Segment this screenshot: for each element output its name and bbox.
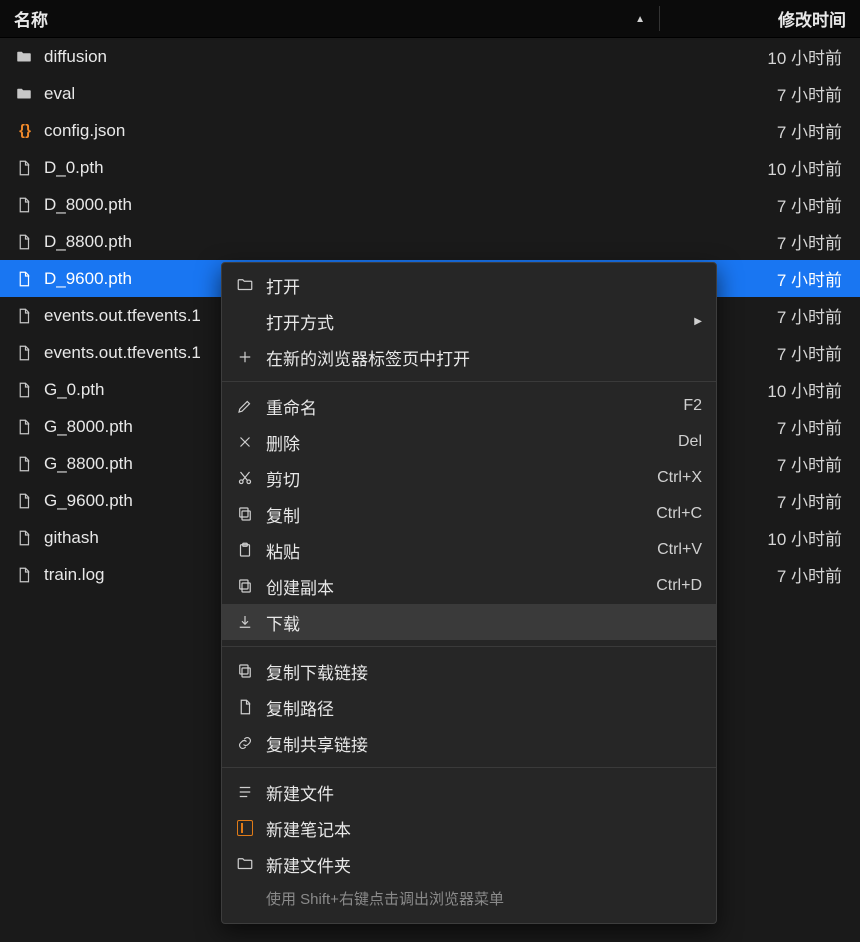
sort-indicator-icon: ▲ (635, 14, 645, 25)
folder-icon (234, 276, 256, 294)
menu-item-label: 下载 (266, 610, 702, 635)
menu-item-label: 新建文件夹 (266, 852, 702, 877)
menu-item-label: 打开方式 (266, 309, 694, 334)
menu-item[interactable]: 打开方式▶ (222, 303, 716, 339)
menu-item[interactable]: 复制共享链接 (222, 725, 716, 761)
menu-item-label: 在新的浏览器标签页中打开 (266, 345, 702, 370)
file-icon (14, 528, 34, 548)
folder-icon (14, 84, 34, 104)
menu-item-shortcut: Ctrl+D (656, 577, 702, 595)
lines-icon (234, 783, 256, 801)
menu-item[interactable]: 打开 (222, 267, 716, 303)
submenu-arrow-icon: ▶ (694, 316, 702, 327)
menu-item[interactable]: 删除Del (222, 424, 716, 460)
menu-separator (222, 381, 716, 382)
menu-item[interactable]: 粘贴Ctrl+V (222, 532, 716, 568)
file-modified: 7 小时前 (660, 192, 860, 217)
file-row[interactable]: D_8000.pth7 小时前 (0, 186, 860, 223)
paste-icon (234, 541, 256, 559)
file-icon (14, 454, 34, 474)
file-icon (14, 269, 34, 289)
file-name: D_0.pth (44, 158, 660, 178)
newfolder-icon (234, 855, 256, 873)
file-row[interactable]: diffusion10 小时前 (0, 38, 860, 75)
menu-hint: 使用 Shift+右键点击调出浏览器菜单 (222, 882, 716, 919)
menu-item-shortcut: Ctrl+X (657, 469, 702, 487)
menu-item[interactable]: 重命名F2 (222, 388, 716, 424)
menu-item-shortcut: Ctrl+C (656, 505, 702, 523)
file-modified: 10 小时前 (660, 155, 860, 180)
menu-item[interactable]: 在新的浏览器标签页中打开 (222, 339, 716, 375)
file-name: diffusion (44, 47, 660, 67)
context-menu: 打开打开方式▶在新的浏览器标签页中打开重命名F2删除Del剪切Ctrl+X复制C… (221, 262, 717, 924)
file-modified: 7 小时前 (660, 81, 860, 106)
menu-item-label: 打开 (266, 273, 702, 298)
column-header-modified[interactable]: 修改时间 (660, 0, 860, 37)
menu-item[interactable]: 下载 (222, 604, 716, 640)
menu-item-label: 复制 (266, 502, 656, 527)
link-icon (234, 734, 256, 752)
file-row[interactable]: eval7 小时前 (0, 75, 860, 112)
json-icon: { } (14, 121, 34, 141)
pencil-icon (234, 397, 256, 415)
file-modified: 7 小时前 (660, 118, 860, 143)
x-icon (234, 433, 256, 451)
menu-item-label: 新建文件 (266, 780, 702, 805)
menu-item[interactable]: 新建文件 (222, 774, 716, 810)
menu-item-label: 复制共享链接 (266, 731, 702, 756)
menu-item-label: 重命名 (266, 394, 683, 419)
menu-item[interactable]: 剪切Ctrl+X (222, 460, 716, 496)
file-icon (14, 417, 34, 437)
file-name: D_8800.pth (44, 232, 660, 252)
menu-item[interactable]: 复制路径 (222, 689, 716, 725)
column-header-modified-label: 修改时间 (778, 6, 846, 31)
menu-item[interactable]: 复制Ctrl+C (222, 496, 716, 532)
file-icon (14, 195, 34, 215)
cut-icon (234, 469, 256, 487)
folder-icon (14, 47, 34, 67)
file-row[interactable]: { } config.json7 小时前 (0, 112, 860, 149)
file-name: config.json (44, 121, 660, 141)
file-icon (14, 380, 34, 400)
menu-item[interactable]: 创建副本Ctrl+D (222, 568, 716, 604)
menu-item-shortcut: F2 (683, 397, 702, 415)
file-icon (14, 565, 34, 585)
menu-separator (222, 767, 716, 768)
file-modified: 10 小时前 (660, 44, 860, 69)
menu-item-label: 删除 (266, 430, 678, 455)
menu-item-label: 剪切 (266, 466, 657, 491)
menu-item[interactable]: 新建笔记本 (222, 810, 716, 846)
menu-item-label: 复制下载链接 (266, 659, 702, 684)
copy-icon (234, 505, 256, 523)
menu-item-shortcut: Ctrl+V (657, 541, 702, 559)
file-name: D_8000.pth (44, 195, 660, 215)
copy-icon (234, 577, 256, 595)
blank-icon (234, 312, 256, 330)
menu-item[interactable]: 新建文件夹 (222, 846, 716, 882)
file-icon (14, 491, 34, 511)
column-header-name[interactable]: 名称 ▲ (0, 0, 659, 37)
notebook-icon (234, 820, 256, 836)
file-icon (14, 306, 34, 326)
file-row[interactable]: D_0.pth10 小时前 (0, 149, 860, 186)
menu-item-label: 创建副本 (266, 574, 656, 599)
column-header-name-label: 名称 (14, 6, 48, 31)
menu-item[interactable]: 复制下载链接 (222, 653, 716, 689)
file-icon (14, 158, 34, 178)
file-list-header: 名称 ▲ 修改时间 (0, 0, 860, 38)
plus-icon (234, 348, 256, 366)
menu-item-label: 复制路径 (266, 695, 702, 720)
menu-item-label: 粘贴 (266, 538, 657, 563)
file-icon (234, 698, 256, 716)
download-icon (234, 613, 256, 631)
file-icon (14, 343, 34, 363)
file-row[interactable]: D_8800.pth7 小时前 (0, 223, 860, 260)
file-icon (14, 232, 34, 252)
menu-separator (222, 646, 716, 647)
copy-icon (234, 662, 256, 680)
menu-item-shortcut: Del (678, 433, 702, 451)
file-name: eval (44, 84, 660, 104)
menu-item-label: 新建笔记本 (266, 816, 702, 841)
file-modified: 7 小时前 (660, 229, 860, 254)
